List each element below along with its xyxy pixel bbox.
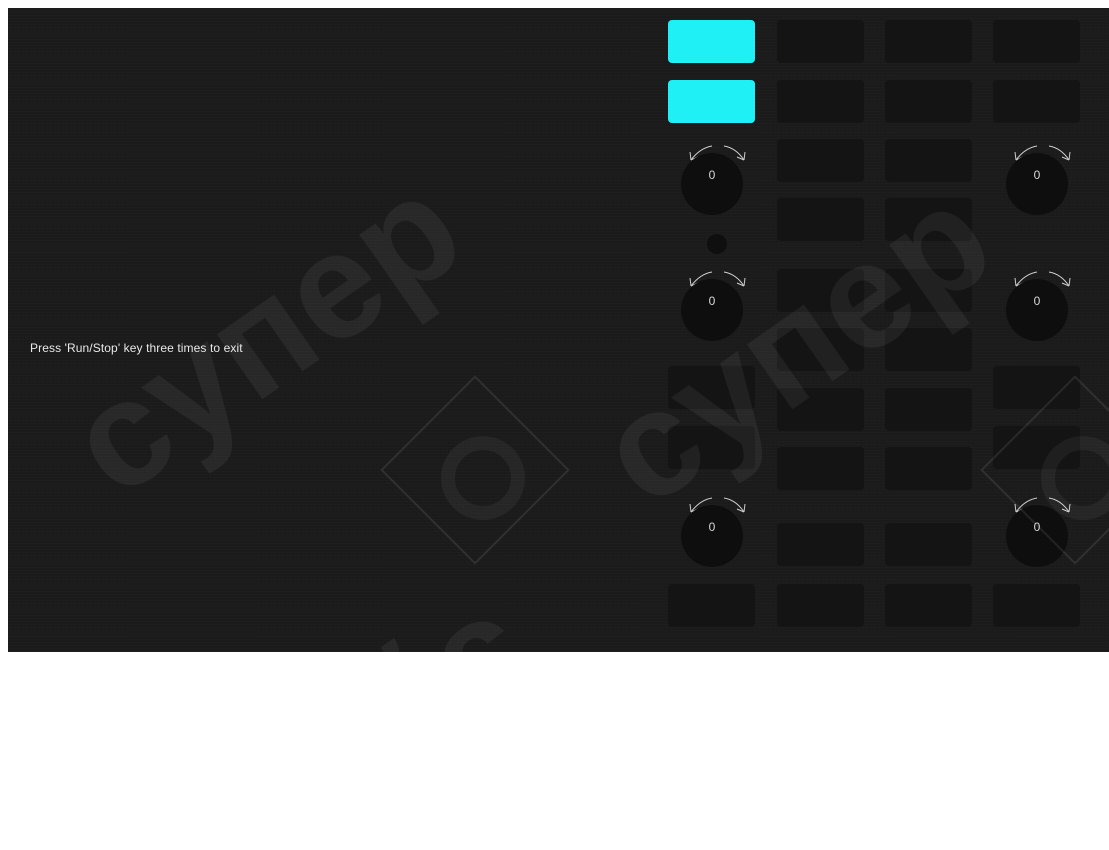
knob-value: 0 [708, 168, 716, 182]
key-c3-r5[interactable] [885, 269, 972, 312]
knob-4[interactable]: 0 [992, 138, 1082, 228]
indicator-dot [707, 234, 727, 254]
key-c2-r7[interactable] [777, 388, 864, 431]
watermark-logo [380, 375, 570, 565]
key-c2-r2[interactable] [777, 80, 864, 123]
key-c2-r5[interactable] [777, 269, 864, 312]
knob-dial[interactable] [681, 279, 743, 341]
key-c3-r7[interactable] [885, 388, 972, 431]
key-c2-r1[interactable] [777, 20, 864, 63]
key-c4-r3[interactable] [993, 366, 1080, 409]
knob-value: 0 [708, 294, 716, 308]
key-c2-r3[interactable] [777, 139, 864, 182]
key-c4-r1[interactable] [993, 20, 1080, 63]
knob-dial[interactable] [1006, 279, 1068, 341]
key-c3-r3[interactable] [885, 139, 972, 182]
watermark-text: айс [249, 561, 558, 848]
key-c4-r2[interactable] [993, 80, 1080, 123]
knob-1[interactable]: 0 [667, 138, 757, 228]
key-c1-r4[interactable] [668, 426, 755, 469]
key-c2-r10[interactable] [777, 584, 864, 627]
key-c3-r9[interactable] [885, 523, 972, 566]
key-c1-r5[interactable] [668, 584, 755, 627]
key-c4-r4[interactable] [993, 426, 1080, 469]
knob-3[interactable]: 0 [667, 490, 757, 580]
watermark-text: супер [39, 141, 490, 528]
knob-5[interactable]: 0 [992, 264, 1082, 354]
keypad-test-screen: Press 'Run/Stop' key three times to exit [8, 8, 1109, 847]
key-c4-r5[interactable] [993, 584, 1080, 627]
exit-instruction-text: Press 'Run/Stop' key three times to exit [30, 341, 243, 355]
key-c3-r8[interactable] [885, 447, 972, 490]
key-c3-r6[interactable] [885, 328, 972, 371]
key-c2-r6[interactable] [777, 328, 864, 371]
knob-value: 0 [1033, 168, 1041, 182]
key-c3-r4[interactable] [885, 198, 972, 241]
knob-6[interactable]: 0 [992, 490, 1082, 580]
key-c2-r9[interactable] [777, 523, 864, 566]
knob-2[interactable]: 0 [667, 264, 757, 354]
key-c2-r4[interactable] [777, 198, 864, 241]
key-c3-r1[interactable] [885, 20, 972, 63]
knob-value: 0 [1033, 294, 1041, 308]
watermark-gear-icon [441, 436, 525, 520]
knob-value: 0 [1033, 520, 1041, 534]
key-c1-r3[interactable] [668, 366, 755, 409]
key-c1-r2[interactable] [668, 80, 755, 123]
key-c2-r8[interactable] [777, 447, 864, 490]
knob-dial[interactable] [681, 505, 743, 567]
knob-value: 0 [708, 520, 716, 534]
key-c1-r1[interactable] [668, 20, 755, 63]
key-c3-r10[interactable] [885, 584, 972, 627]
knob-dial[interactable] [681, 153, 743, 215]
knob-dial[interactable] [1006, 153, 1068, 215]
knob-dial[interactable] [1006, 505, 1068, 567]
key-c3-r2[interactable] [885, 80, 972, 123]
